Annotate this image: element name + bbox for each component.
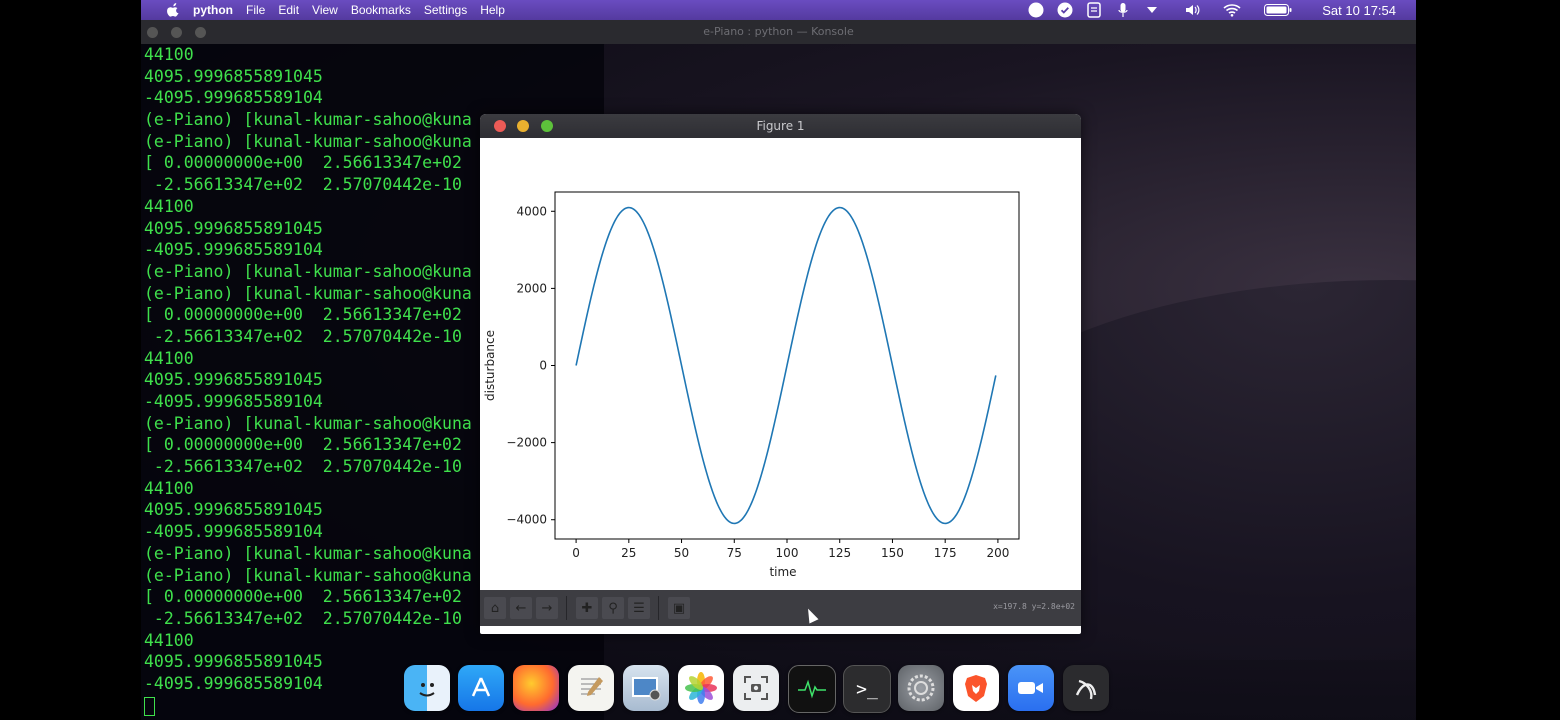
- konsole-title: e-Piano : python — Konsole: [703, 25, 854, 38]
- x-tick-label: 25: [621, 546, 636, 560]
- x-tick-label: 75: [727, 546, 742, 560]
- zoom-icon[interactable]: ⚲: [602, 597, 624, 619]
- menu-help[interactable]: Help: [480, 3, 505, 17]
- x-tick-label: 50: [674, 546, 689, 560]
- y-tick-label: 0: [539, 359, 547, 373]
- clipboard-icon[interactable]: [1084, 2, 1104, 18]
- toolbar-separator: [658, 596, 659, 620]
- y-axis-label: disturbance: [483, 330, 497, 401]
- brave-icon[interactable]: [953, 665, 999, 711]
- battery-icon[interactable]: [1263, 2, 1293, 18]
- x-tick-label: 125: [828, 546, 851, 560]
- forward-icon[interactable]: →: [536, 597, 558, 619]
- x-tick-label: 150: [881, 546, 904, 560]
- x-tick-label: 200: [986, 546, 1009, 560]
- terminal-line: 44100: [144, 45, 194, 64]
- menu-bookmarks[interactable]: Bookmarks: [351, 3, 411, 17]
- x-axis-label: time: [769, 565, 796, 579]
- figure-toolbar: ⌂ ← → ✚ ⚲ ☰ ▣ x=197.8 y=2.8e+02: [480, 590, 1081, 626]
- app-name-menu[interactable]: python: [193, 3, 233, 17]
- configure-subplots-icon[interactable]: ☰: [628, 597, 650, 619]
- anaconda-icon[interactable]: [1063, 665, 1109, 711]
- menubar: python File Edit View Bookmarks Settings…: [141, 0, 1416, 20]
- pan-icon[interactable]: ✚: [576, 597, 598, 619]
- terminal-line: -4095.999685589104: [144, 88, 323, 108]
- x-tick-label: 0: [572, 546, 580, 560]
- konsole-titlebar[interactable]: e-Piano : python — Konsole: [141, 20, 1416, 44]
- zoom-icon[interactable]: [1008, 665, 1054, 711]
- firefox-icon[interactable]: [513, 665, 559, 711]
- menu-file[interactable]: File: [246, 3, 265, 17]
- terminal-cursor: [144, 696, 155, 716]
- wifi-icon[interactable]: [1222, 2, 1242, 18]
- apple-icon[interactable]: [165, 3, 181, 17]
- toolbar-separator: [566, 596, 567, 620]
- figure-title: Figure 1: [756, 119, 805, 133]
- screenshot-icon[interactable]: [733, 665, 779, 711]
- y-tick-label: 4000: [516, 204, 547, 218]
- plot-canvas[interactable]: 0 25 50 75 100 125 150 175 200 4000 2000 0 −2000 −400…: [480, 138, 1081, 590]
- chevron-down-icon[interactable]: [1142, 2, 1162, 18]
- terminal-icon[interactable]: >_: [843, 665, 891, 713]
- back-icon[interactable]: ←: [510, 597, 532, 619]
- menu-edit[interactable]: Edit: [278, 3, 299, 17]
- system-preferences-icon[interactable]: [898, 665, 944, 711]
- menu-settings[interactable]: Settings: [424, 3, 467, 17]
- terminal-line: 4095.9996855891045: [144, 66, 323, 86]
- y-tick-label: −2000: [506, 436, 547, 450]
- y-tick-label: −4000: [506, 513, 547, 527]
- home-icon[interactable]: ⌂: [484, 597, 506, 619]
- menu-view[interactable]: View: [312, 3, 338, 17]
- finder-icon[interactable]: [404, 665, 450, 711]
- volume-icon[interactable]: [1183, 2, 1203, 18]
- dock: >_: [399, 660, 1119, 720]
- microphone-icon[interactable]: [1113, 2, 1133, 18]
- x-tick-label: 175: [934, 546, 957, 560]
- activity-monitor-icon[interactable]: [788, 665, 836, 713]
- menubar-clock[interactable]: Sat 10 17:54: [1322, 3, 1396, 18]
- photos-icon[interactable]: [678, 665, 724, 711]
- status-tray: Sat 10 17:54: [1026, 0, 1416, 20]
- preview-icon[interactable]: [623, 665, 669, 711]
- matplotlib-figure-window: Figure 1 0 25 50 75 100 125 150 175 200 4000 2000 0…: [480, 114, 1081, 634]
- app-store-icon[interactable]: [458, 665, 504, 711]
- figure-titlebar[interactable]: Figure 1: [480, 114, 1081, 138]
- save-icon[interactable]: ▣: [668, 597, 690, 619]
- circle-status-icon[interactable]: [1026, 2, 1046, 18]
- x-tick-label: 100: [776, 546, 799, 560]
- textedit-icon[interactable]: [568, 665, 614, 711]
- check-status-icon[interactable]: [1055, 2, 1075, 18]
- y-tick-label: 2000: [516, 281, 547, 295]
- coordinate-readout: x=197.8 y=2.8e+02: [993, 602, 1075, 611]
- line-chart: 0 25 50 75 100 125 150 175 200 4000 2000 0 −2000 −400…: [483, 191, 1020, 579]
